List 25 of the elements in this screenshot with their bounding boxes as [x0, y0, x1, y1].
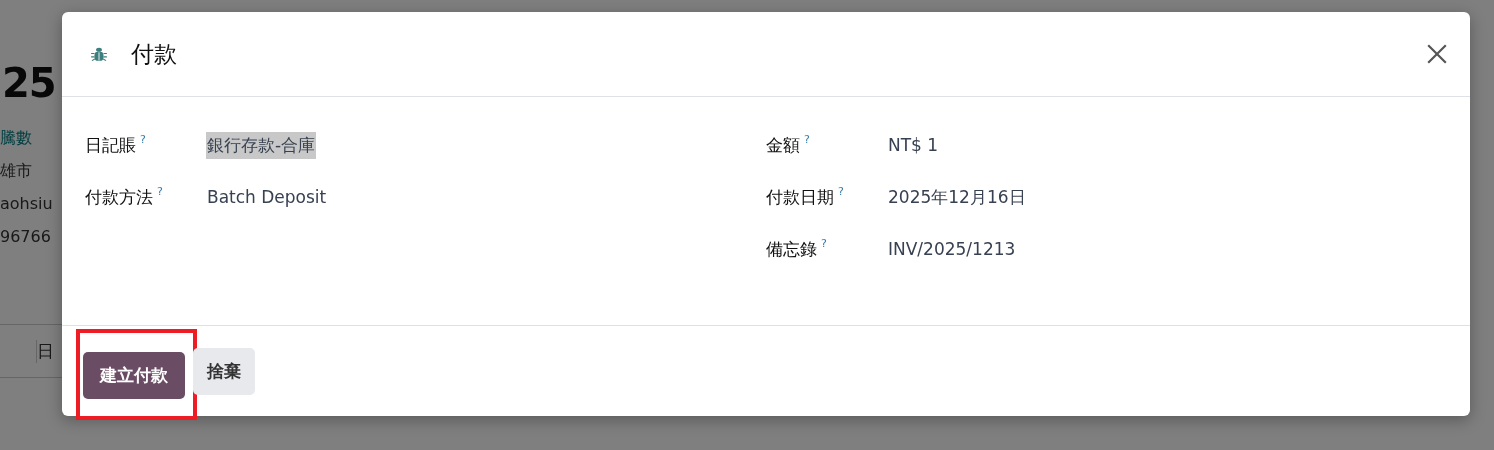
address-text: aohsiu [0, 193, 54, 215]
field-value[interactable]: NT$ 1 [887, 133, 940, 157]
page-heading: 25 [2, 60, 57, 106]
field-value[interactable]: 銀行存款-合庫 [206, 131, 317, 159]
help-tooltip[interactable]: ? [838, 185, 844, 197]
field-label: 付款方法 [85, 185, 153, 209]
help-tooltip[interactable]: ? [804, 133, 810, 145]
page-tab[interactable]: 日 [36, 339, 54, 363]
field-label: 金額 [766, 133, 800, 157]
field-label: 付款日期 [766, 185, 834, 209]
field-label: 備忘錄 [766, 237, 817, 261]
help-tooltip[interactable]: ? [821, 237, 827, 249]
field-label: 日記賬 [85, 133, 136, 157]
field-value[interactable]: INV/2025/1213 [887, 237, 1017, 261]
field-value[interactable]: Batch Deposit [206, 185, 328, 209]
create-payment-button[interactable]: 建立付款 [83, 351, 185, 399]
discard-button[interactable]: 捨棄 [193, 347, 255, 395]
address-text: 96766 [0, 226, 52, 248]
address-text: 雄市 [0, 160, 33, 182]
dialog-title: 付款 [131, 39, 178, 69]
bug-icon[interactable] [90, 45, 108, 63]
close-icon[interactable] [1426, 43, 1448, 65]
help-tooltip[interactable]: ? [140, 133, 146, 145]
field-value[interactable]: 2025年12月16日 [887, 183, 1027, 211]
help-tooltip[interactable]: ? [157, 185, 163, 197]
